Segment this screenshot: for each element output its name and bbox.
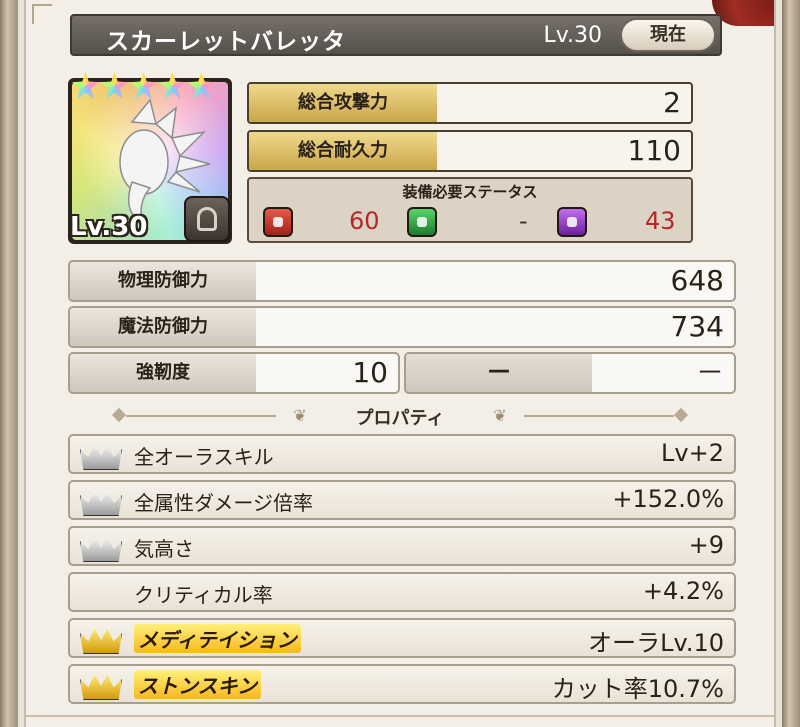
toughness-value: 10 [352,356,388,389]
property-label: クリティカル率 [134,583,273,607]
properties-title: プロパティ [355,408,445,429]
property-label: 全オーラスキル [134,445,274,469]
required-status-title: 装備必要ステータス [402,183,538,201]
property-value: +9 [688,531,724,559]
bottom-frame [24,715,776,727]
current-button[interactable]: 現在 [620,18,716,52]
toughness-label: 強靭度 [70,354,256,392]
corner-ornament-left [32,4,52,24]
req-magic: 43 [557,205,687,239]
property-label: 全属性ダメージ倍率 [134,491,313,515]
total-durability-value: 110 [437,132,691,170]
magic-defense-row: 魔法防御力 734 [68,306,736,348]
staff-icon [557,207,587,237]
req-dexterity: - [407,205,537,239]
property-value: +152.0% [612,485,724,513]
fist-icon [263,207,293,237]
star-icon [159,72,186,99]
total-attack-row: 総合攻撃力 2 [247,82,693,124]
empty-stat-value: － [695,356,724,389]
req-dexterity-value: - [519,207,528,235]
item-icon[interactable]: Lv.30 [68,72,232,244]
sparkle-icon [407,207,437,237]
item-icon-level: Lv.30 [70,212,148,242]
silver-crown-icon [78,440,122,470]
total-durability-row: 総合耐久力 110 [247,130,693,172]
total-attack-label: 総合攻撃力 [249,84,437,122]
magic-defense-label: 魔法防御力 [70,308,256,346]
physical-defense-row: 物理防御力 648 [68,260,736,302]
gold-crown-icon [78,670,122,700]
physical-defense-label: 物理防御力 [70,262,256,300]
property-row: クリティカル率 +4.2% [68,572,736,612]
item-level: Lv.30 [543,23,602,48]
required-status-box: 装備必要ステータス 60 - 43 [247,177,693,243]
empty-stat-label: － [406,354,592,392]
property-value: Lv+2 [661,439,724,467]
empty-stat-row: － － [404,352,736,394]
ornament-icon: ❦ [493,406,507,425]
silver-crown-icon [78,532,122,562]
req-magic-value: 43 [645,207,676,235]
property-label: ストンスキン [134,670,261,699]
item-title-bar: スカーレットバレッタ Lv.30 現在 [70,14,722,56]
helmet-icon [184,196,230,242]
property-row: ストンスキン カット率10.7% [68,664,736,704]
property-label: メディテイション [134,624,301,653]
req-strength-value: 60 [349,207,380,235]
property-row: メディテイション オーラLv.10 [68,618,736,658]
star-icon [72,72,99,99]
rarity-stars [72,72,222,100]
properties-divider: ❦ プロパティ ❦ [110,404,690,429]
item-name: スカーレットバレッタ [106,29,346,55]
property-row: 全オーラスキル Lv+2 [68,434,736,474]
silver-crown-icon [78,486,122,516]
right-frame [782,0,800,727]
property-value: オーラLv.10 [588,629,724,657]
star-icon [101,72,128,99]
property-value: +4.2% [642,577,724,605]
total-durability-label: 総合耐久力 [249,132,437,170]
physical-defense-value: 648 [670,264,724,297]
divider-line [524,415,674,417]
star-icon [130,72,157,99]
star-icon [188,72,215,99]
left-frame [0,0,18,727]
req-strength: 60 [263,205,393,239]
property-row: 全属性ダメージ倍率 +152.0% [68,480,736,520]
toughness-row: 強靭度 10 [68,352,400,394]
property-value: カット率10.7% [551,675,724,703]
property-label: 気高さ [134,537,194,561]
magic-defense-value: 734 [670,310,724,343]
total-attack-value: 2 [437,84,691,122]
property-row: 気高さ +9 [68,526,736,566]
gold-crown-icon [78,624,122,654]
